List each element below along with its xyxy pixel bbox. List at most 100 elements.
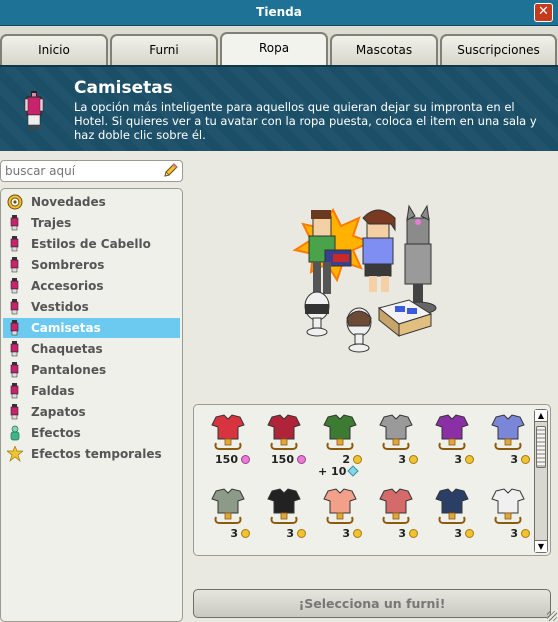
catalog-item[interactable]: 3 (480, 409, 536, 481)
catalog-item[interactable]: 2 + 10 (312, 409, 368, 481)
credit-coin-icon (297, 529, 306, 538)
credit-coin-icon (353, 455, 362, 464)
catalog-item[interactable]: 3 (312, 483, 368, 555)
title-bar: Tienda ✕ (0, 0, 558, 26)
clothing-icon (10, 215, 19, 231)
item-extra-price: + 10 (318, 465, 360, 478)
category-accesorios[interactable]: Accesorios (3, 276, 180, 296)
effects-icon (10, 425, 20, 441)
clothing-icon (10, 278, 19, 294)
scroll-down-arrow-icon[interactable]: ▼ (535, 540, 547, 552)
catalog-item[interactable]: 3 (480, 483, 536, 555)
tab-bar: Inicio Furni Ropa Mascotas Suscripciones (0, 26, 558, 65)
window-title: Tienda (256, 5, 302, 19)
category-sombreros[interactable]: Sombreros (3, 255, 180, 275)
category-novedades[interactable]: Novedades (3, 192, 180, 212)
close-button[interactable]: ✕ (534, 3, 553, 22)
search-box (0, 160, 183, 182)
clothing-item-icon (267, 414, 301, 450)
catalog-item[interactable]: 3 (368, 409, 424, 481)
clothing-item-icon (491, 488, 525, 524)
credit-coin-icon (465, 529, 474, 538)
scroll-up-arrow-icon[interactable]: ▲ (535, 410, 547, 422)
shirt-icon (24, 91, 44, 130)
category-estilos-de-cabello[interactable]: Estilos de Cabello (3, 234, 180, 254)
catalog-item[interactable]: 3 (256, 483, 312, 555)
scroll-thumb[interactable] (536, 426, 546, 468)
clothing-icon (10, 299, 19, 315)
credit-coin-icon (465, 455, 474, 464)
clothing-item-icon (211, 414, 245, 450)
credit-coin-icon (353, 529, 362, 538)
catalog-item[interactable]: 3 (424, 409, 480, 481)
category-pantalones[interactable]: Pantalones (3, 360, 180, 380)
credit-coin-icon (409, 455, 418, 464)
clothing-item-icon (211, 488, 245, 524)
tab-furni[interactable]: Furni (110, 34, 218, 65)
clothing-item-icon (267, 488, 301, 524)
category-chaquetas[interactable]: Chaquetas (3, 339, 180, 359)
item-price: 3 (368, 527, 418, 540)
select-furni-button[interactable]: ¡Selecciona un furni! (193, 589, 551, 618)
item-price: 3 (424, 527, 474, 540)
catalog-item[interactable]: 150 (256, 409, 312, 481)
item-price: 150 (256, 453, 306, 466)
clothing-item-icon (379, 414, 413, 450)
tab-ropa[interactable]: Ropa (220, 32, 328, 65)
category-description: La opción más inteligente para aquellos … (74, 100, 537, 142)
pencil-icon[interactable] (162, 163, 178, 179)
catalog-item[interactable]: 3 (424, 483, 480, 555)
credit-coin-icon (521, 529, 530, 538)
tab-suscripciones[interactable]: Suscripciones (440, 34, 557, 65)
clothing-icon (10, 404, 19, 420)
diamond-currency-icon (241, 455, 250, 464)
clothing-icon (10, 257, 19, 273)
clothing-item-icon (491, 414, 525, 450)
clothing-item-icon (435, 488, 469, 524)
catalog-item[interactable]: 3 (368, 483, 424, 555)
category-trajes[interactable]: Trajes (3, 213, 180, 233)
category-efectos[interactable]: Efectos (3, 423, 180, 443)
target-icon (7, 194, 23, 210)
clothing-icon (10, 320, 19, 336)
credit-coin-icon (241, 529, 250, 538)
tab-inicio[interactable]: Inicio (0, 34, 108, 65)
catalog-item[interactable]: 3 (200, 483, 256, 555)
category-title: Camisetas (74, 78, 173, 98)
item-price: 3 (424, 453, 474, 466)
item-price: 3 (480, 527, 530, 540)
item-price: 150 (200, 453, 250, 466)
category-faldas[interactable]: Faldas (3, 381, 180, 401)
search-input[interactable] (5, 163, 155, 179)
clothing-icon (10, 341, 19, 357)
item-price: 3 (312, 527, 362, 540)
item-price: 3 (256, 527, 306, 540)
diamond-currency-icon (297, 455, 306, 464)
item-grid: 150 150 2 + 10 3 3 3 3 3 3 3 3 3 ▲ ▼ (193, 404, 551, 556)
clothing-item-icon (323, 414, 357, 450)
category-vestidos[interactable]: Vestidos (3, 297, 180, 317)
clothing-icon (10, 236, 19, 252)
clothing-icon (10, 383, 19, 399)
category-efectos-temporales[interactable]: Efectos temporales (3, 444, 180, 464)
tab-mascotas[interactable]: Mascotas (330, 34, 438, 65)
catalog-item[interactable]: 150 (200, 409, 256, 481)
category-list: Novedades Trajes Estilos de Cabello Somb… (0, 188, 183, 622)
item-price: 3 (368, 453, 418, 466)
clothing-item-icon (435, 414, 469, 450)
item-price: 3 (200, 527, 250, 540)
clothing-item-icon (379, 488, 413, 524)
clothing-icon (10, 362, 19, 378)
credit-coin-icon (409, 529, 418, 538)
item-scrollbar[interactable]: ▲ ▼ (534, 409, 548, 553)
diamond-icon (347, 465, 360, 477)
category-header: Camisetas La opción más inteligente para… (0, 65, 558, 151)
credit-coin-icon (521, 455, 530, 464)
item-price: 3 (480, 453, 530, 466)
resize-handle-icon[interactable] (547, 611, 557, 621)
category-camisetas[interactable]: Camisetas (3, 318, 180, 338)
temporary-effects-icon (7, 446, 23, 462)
category-zapatos[interactable]: Zapatos (3, 402, 180, 422)
clothing-item-icon (323, 488, 357, 524)
catalog-preview-image (292, 204, 437, 353)
